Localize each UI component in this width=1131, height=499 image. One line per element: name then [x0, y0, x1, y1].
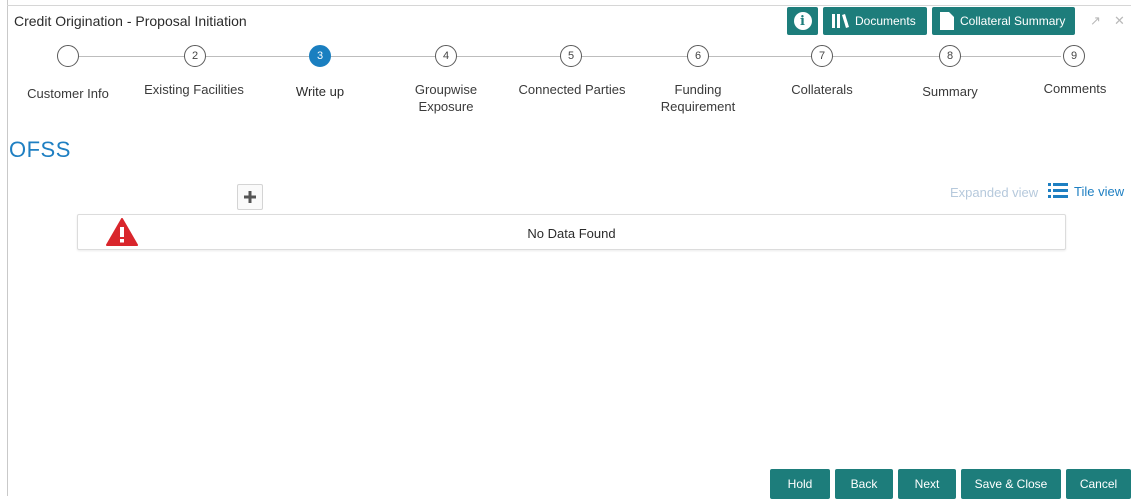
step-3-circle[interactable]: 3 — [309, 45, 331, 67]
document-icon — [940, 12, 954, 30]
step-3-label[interactable]: Write up — [260, 83, 380, 100]
list-icon — [1048, 183, 1068, 198]
documents-label: Documents — [855, 14, 916, 28]
step-5-circle[interactable]: 5 — [560, 45, 582, 67]
collateral-summary-label: Collateral Summary — [960, 14, 1066, 28]
plus-icon — [244, 191, 256, 203]
step-8-label[interactable]: Summary — [890, 83, 1010, 100]
documents-button[interactable]: Documents — [823, 7, 927, 35]
next-button[interactable]: Next — [898, 469, 956, 499]
restore-icon[interactable]: ↗ — [1090, 13, 1101, 29]
step-1-label[interactable]: Customer Info — [8, 85, 128, 102]
tile-view-toggle[interactable]: Tile view — [1048, 183, 1124, 199]
section-title: OFSS — [9, 137, 71, 162]
step-8-circle[interactable]: 8 — [939, 45, 961, 67]
step-6-circle[interactable]: 6 — [687, 45, 709, 67]
step-4-label[interactable]: Groupwise Exposure — [386, 81, 506, 115]
step-2-circle[interactable]: 2 — [184, 45, 206, 67]
step-2-label[interactable]: Existing Facilities — [134, 81, 254, 98]
step-5-label[interactable]: Connected Parties — [512, 81, 632, 98]
close-icon[interactable]: ✕ — [1114, 13, 1125, 29]
window-top-border — [7, 5, 1131, 6]
empty-message: No Data Found — [527, 226, 616, 241]
step-9-circle[interactable]: 9 — [1063, 45, 1085, 67]
step-6-label[interactable]: Funding Requirement — [648, 81, 748, 115]
cancel-button[interactable]: Cancel — [1066, 469, 1131, 499]
step-4-circle[interactable]: 4 — [435, 45, 457, 67]
info-icon: i — [793, 12, 812, 30]
hold-button[interactable]: Hold — [770, 469, 830, 499]
library-icon — [832, 14, 849, 28]
step-1-circle[interactable] — [57, 45, 79, 67]
empty-state-panel: No Data Found — [77, 214, 1066, 250]
step-9-label[interactable]: Comments — [1015, 80, 1131, 97]
window-left-border — [7, 0, 8, 496]
add-button[interactable] — [237, 184, 263, 210]
step-7-circle[interactable]: 7 — [811, 45, 833, 67]
expanded-view-toggle[interactable]: Expanded view — [950, 185, 1038, 200]
save-close-button[interactable]: Save & Close — [961, 469, 1061, 499]
step-7-label[interactable]: Collaterals — [762, 81, 882, 98]
page-title: Credit Origination - Proposal Initiation — [14, 13, 247, 29]
tile-view-label: Tile view — [1074, 183, 1125, 199]
info-button[interactable]: i — [787, 7, 818, 35]
back-button[interactable]: Back — [835, 469, 893, 499]
collateral-summary-button[interactable]: Collateral Summary — [932, 7, 1075, 35]
